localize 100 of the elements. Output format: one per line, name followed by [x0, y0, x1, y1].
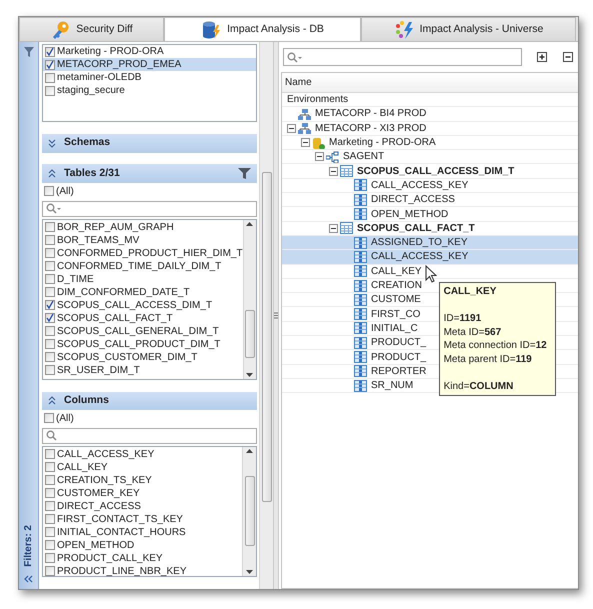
search-field[interactable] [42, 201, 257, 217]
list-item[interactable]: CREATION_TS_KEY [43, 474, 242, 487]
source-item[interactable]: staging_secure [43, 84, 256, 97]
checkbox[interactable] [45, 339, 55, 350]
scrollbar[interactable] [242, 446, 256, 576]
checkbox[interactable] [45, 313, 55, 324]
key-icon [50, 20, 70, 40]
tree-row[interactable]: Environments [282, 93, 578, 108]
tree-row[interactable]: METACORP - XI3 PROD [282, 122, 578, 136]
tab[interactable]: Impact Analysis - Universe [361, 17, 576, 41]
tooltip-line: Meta parent ID=119 [444, 352, 533, 366]
scroll-down-icon[interactable] [246, 570, 253, 574]
list-item[interactable]: BOR_TEAMS_MV [43, 234, 243, 247]
list-item[interactable]: SCOPUS_CALL_FACT_T [43, 312, 243, 325]
list-item[interactable]: D_TIME [43, 272, 243, 286]
list-item[interactable]: CUSTOMER_KEY [43, 486, 242, 500]
tree-row[interactable]: CALL_ACCESS_KEY [282, 250, 578, 265]
scroll-thumb[interactable] [262, 172, 272, 502]
tree-row[interactable]: SAGENT [282, 150, 578, 164]
checkbox[interactable] [45, 527, 55, 538]
server-icon [298, 108, 311, 120]
splitter-handle[interactable] [273, 42, 279, 589]
filter-icon[interactable] [22, 46, 34, 58]
checkbox[interactable] [45, 566, 55, 576]
source-item[interactable]: METACORP_PROD_EMEA [43, 58, 256, 71]
checkbox[interactable] [45, 261, 55, 272]
checkbox[interactable] [45, 352, 55, 362]
tree-row[interactable]: SCOPUS_CALL_ACCESS_DIM_T [282, 164, 578, 179]
checkbox[interactable] [44, 186, 54, 196]
scrollbar[interactable] [242, 220, 256, 379]
list-item[interactable]: CALL_ACCESS_KEY [43, 448, 242, 461]
list-item[interactable]: OPEN_METHOD [43, 538, 242, 552]
scroll-down-icon[interactable] [246, 372, 254, 377]
search-field[interactable] [42, 428, 257, 444]
checkbox[interactable] [45, 248, 55, 258]
checkbox[interactable] [45, 287, 55, 298]
filter-icon[interactable] [238, 167, 251, 180]
checkbox[interactable] [45, 365, 55, 376]
section-header[interactable]: Tables 2/31 [42, 164, 257, 184]
collapse-icon[interactable] [315, 152, 324, 162]
scroll-thumb[interactable] [244, 476, 254, 546]
checkbox[interactable] [45, 222, 55, 232]
list-item[interactable]: PRODUCT_CALL_KEY [43, 552, 242, 565]
list-item[interactable]: FIRST_CONTACT_TS_KEY [43, 512, 242, 526]
list-item[interactable]: SCOPUS_CALL_ACCESS_DIM_T [43, 298, 243, 312]
checkbox[interactable] [45, 300, 55, 310]
checkbox[interactable] [45, 475, 55, 486]
checkbox[interactable] [45, 274, 55, 284]
collapse-icon[interactable] [329, 166, 338, 176]
list-item[interactable]: INITIAL_CONTACT_HOURS [43, 526, 242, 539]
checkbox[interactable] [45, 488, 55, 498]
checkbox[interactable] [45, 72, 55, 82]
list-item[interactable]: SCOPUS_CALL_GENERAL_DIM_T [43, 324, 243, 338]
tree-row[interactable]: CALL_ACCESS_KEY [282, 178, 578, 194]
list-item[interactable]: SR_USER_DIM_T [43, 364, 243, 377]
list-item[interactable]: CONFORMED_TIME_DAILY_DIM_T [43, 260, 243, 273]
checkbox[interactable] [44, 413, 54, 424]
collapse-icon[interactable] [287, 124, 296, 133]
list-item[interactable]: CONFORMED_PRODUCT_HIER_DIM_T [43, 246, 243, 260]
list-item[interactable]: PRODUCT_LINE_NBR_KEY [43, 564, 242, 576]
tree-row[interactable]: ASSIGNED_TO_KEY [282, 236, 578, 250]
list-item[interactable]: DIM_CONFORMED_DATE_T [43, 286, 243, 299]
collapse-icon[interactable] [329, 224, 338, 233]
list-item[interactable]: SCOPUS_CUSTOMER_DIM_T [43, 350, 243, 364]
tab[interactable]: Security Diff [19, 17, 164, 41]
checkbox[interactable] [45, 540, 55, 550]
scroll-up-icon[interactable] [246, 448, 253, 453]
list-item[interactable]: SCOPUS_CALL_PRODUCT_DIM_T [43, 338, 243, 351]
tree-row[interactable]: METACORP - BI4 PROD [282, 107, 578, 122]
scrollbar[interactable] [259, 42, 273, 589]
all-option[interactable]: (All) [56, 410, 74, 426]
tab[interactable]: Impact Analysis - DB [164, 17, 361, 41]
list-item[interactable]: DIRECT_ACCESS [43, 500, 242, 513]
checkbox[interactable] [45, 514, 55, 524]
checkbox[interactable] [45, 553, 55, 564]
section-header[interactable]: Schemas [42, 134, 257, 153]
checkbox[interactable] [45, 462, 55, 472]
checkbox[interactable] [45, 449, 55, 460]
checkbox[interactable] [45, 235, 55, 246]
tree-row[interactable]: DIRECT_ACCESS [282, 193, 578, 208]
all-option[interactable]: (All) [56, 184, 74, 199]
checkbox[interactable] [45, 60, 55, 70]
tree-row[interactable]: OPEN_METHOD [282, 207, 578, 222]
scroll-thumb[interactable] [244, 310, 255, 358]
source-item[interactable]: metaminer-OLEDB [43, 71, 256, 84]
checkbox[interactable] [45, 86, 55, 96]
scroll-up-icon[interactable] [246, 222, 254, 226]
collapse-all-icon[interactable] [562, 51, 574, 63]
checkbox[interactable] [45, 501, 55, 512]
column-header[interactable]: Name [282, 73, 578, 93]
tree-row[interactable]: Marketing - PROD-ORA [282, 136, 578, 150]
checkbox[interactable] [45, 326, 55, 336]
search-field[interactable] [283, 48, 522, 66]
source-item[interactable]: Marketing - PROD-ORA [43, 45, 256, 58]
expand-all-icon[interactable] [536, 51, 548, 63]
list-item[interactable]: CALL_KEY [43, 460, 242, 474]
section-header[interactable]: Columns [42, 392, 257, 410]
checkbox[interactable] [45, 46, 55, 56]
list-item[interactable]: BOR_REP_AUM_GRAPH [43, 220, 243, 234]
collapse-icon[interactable] [301, 138, 310, 148]
